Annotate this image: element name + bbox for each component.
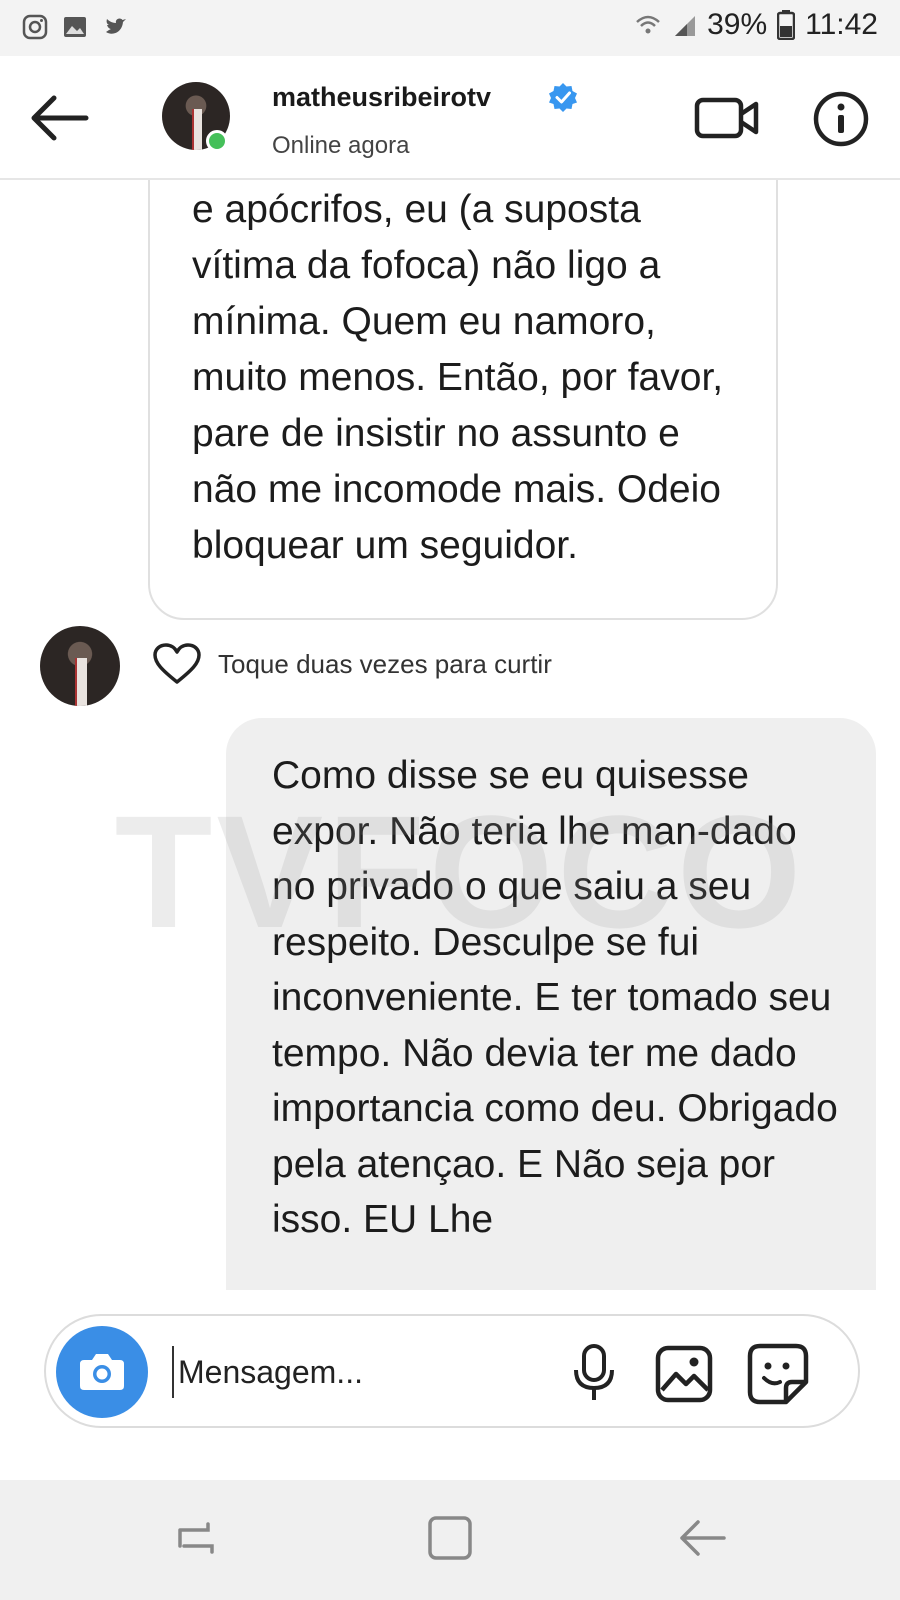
online-status: Online agora (272, 132, 410, 159)
instagram-icon (22, 14, 48, 40)
message-composer (44, 1314, 860, 1428)
heart-icon[interactable] (152, 642, 202, 686)
signal-icon (675, 16, 696, 36)
username[interactable]: matheusribeirotv (272, 82, 491, 113)
microphone-icon[interactable] (564, 1342, 624, 1404)
message-input[interactable] (172, 1346, 572, 1398)
camera-button[interactable] (56, 1326, 148, 1418)
sent-message-text: Como disse se eu quisesse expor. Não ter… (272, 754, 838, 1241)
battery-percent: 39% (707, 8, 768, 41)
home-icon[interactable] (420, 1508, 480, 1568)
message-thread[interactable]: e apócrifos, eu (a suposta vítima da fof… (0, 180, 900, 1290)
battery-icon (777, 10, 796, 40)
clock: 11:42 (805, 8, 878, 41)
like-hint[interactable]: Toque duas vezes para curtir (152, 642, 552, 686)
recent-apps-icon[interactable] (166, 1508, 226, 1568)
gallery-icon (64, 17, 86, 37)
sent-message-bubble[interactable]: Como disse se eu quisesse expor. Não ter… (226, 718, 876, 1290)
online-indicator (206, 130, 228, 152)
composer-area (0, 1290, 900, 1450)
wifi-icon (636, 15, 660, 34)
back-icon[interactable] (672, 1508, 732, 1568)
system-status: 39% 11:42 (635, 8, 878, 42)
sender-avatar[interactable] (40, 626, 120, 706)
info-icon[interactable] (812, 90, 870, 148)
notification-icons (22, 14, 128, 40)
twitter-icon (106, 18, 126, 34)
gallery-icon[interactable] (654, 1344, 714, 1404)
status-bar: 39% 11:42 (0, 0, 900, 56)
received-message-text: e apócrifos, eu (a suposta vítima da fof… (192, 188, 724, 567)
received-message-bubble[interactable]: e apócrifos, eu (a suposta vítima da fof… (148, 180, 778, 620)
system-navigation-bar (0, 1480, 900, 1600)
back-arrow-icon[interactable] (24, 90, 94, 146)
camera-icon (80, 1354, 124, 1390)
verified-badge-icon (549, 83, 577, 112)
sticker-icon[interactable] (746, 1342, 810, 1406)
chat-header: matheusribeirotv Online agora (0, 56, 900, 180)
video-call-icon[interactable] (694, 94, 760, 142)
like-hint-text: Toque duas vezes para curtir (218, 648, 552, 679)
